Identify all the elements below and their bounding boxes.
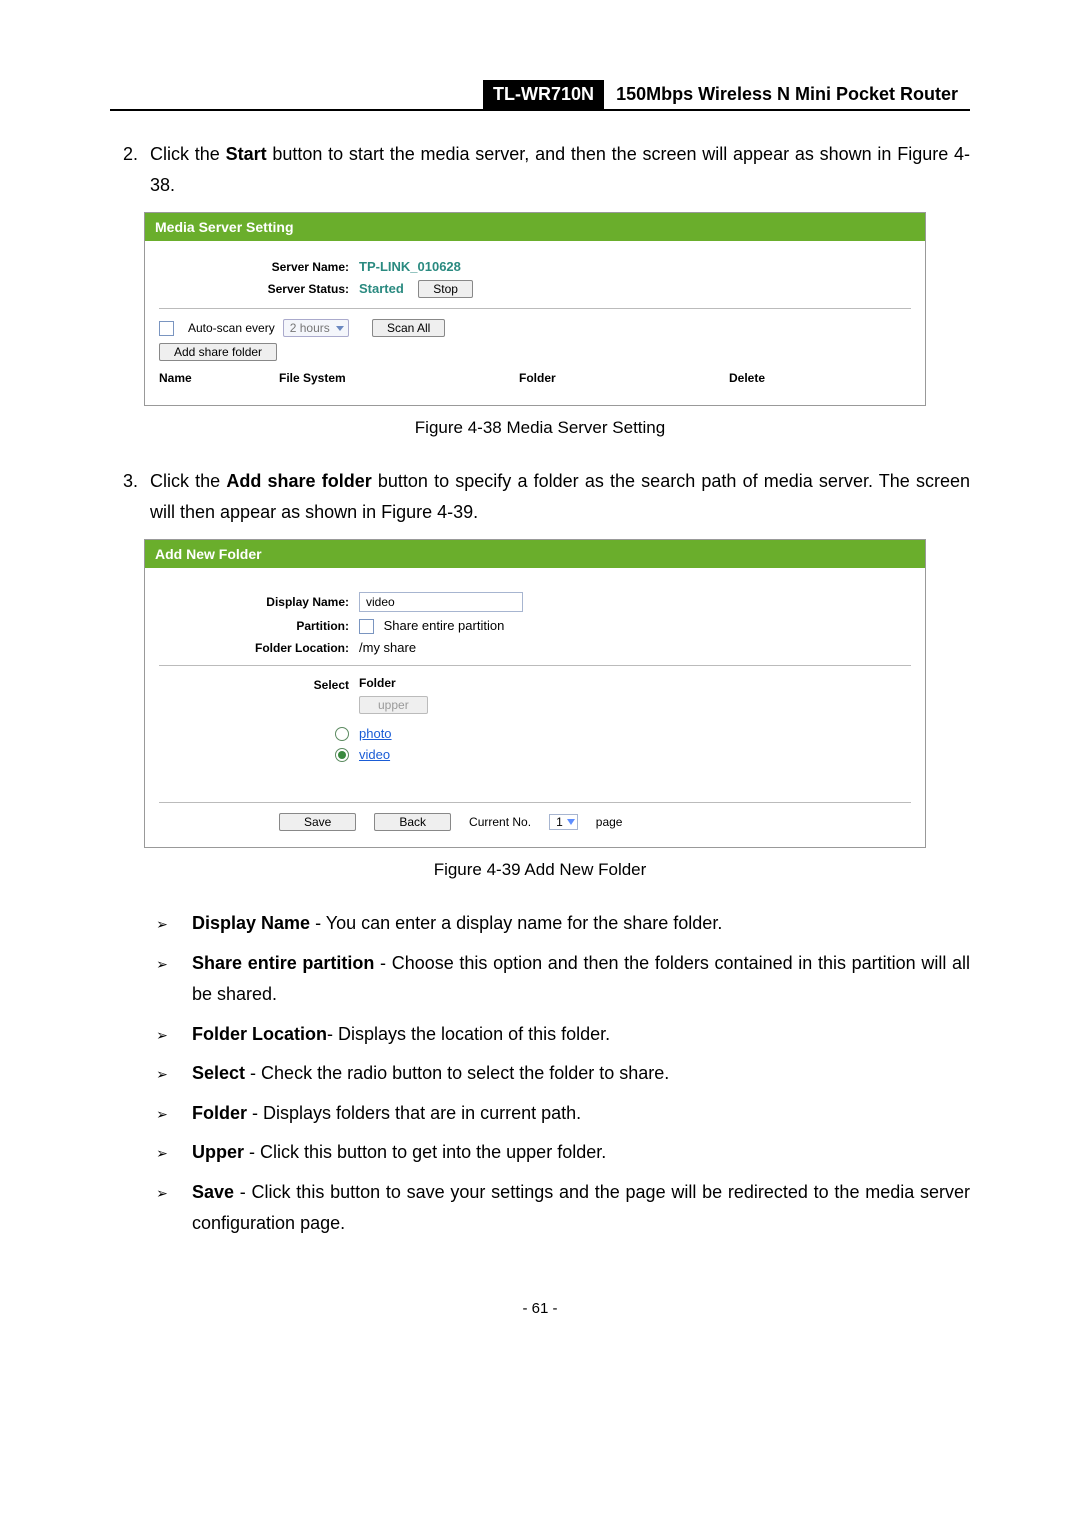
page-number: - 61 - xyxy=(110,1300,970,1317)
doc-header: TL-WR710N 150Mbps Wireless N Mini Pocket… xyxy=(110,80,970,109)
step-text: Click the Start button to start the medi… xyxy=(150,139,970,200)
chevron-right-icon: ➢ xyxy=(150,908,174,940)
back-button[interactable]: Back xyxy=(374,813,451,831)
page-value: 1 xyxy=(556,815,563,829)
bullet-bold: Display Name xyxy=(192,913,310,933)
bullet-rest: - You can enter a display name for the s… xyxy=(310,913,722,933)
col-folder: Folder xyxy=(519,371,729,385)
autoscan-select[interactable]: 2 hours xyxy=(283,319,349,337)
bullet-item: ➢ Save - Click this button to save your … xyxy=(150,1177,970,1240)
folder-link-video[interactable]: video xyxy=(359,747,390,762)
step-2: 2. Click the Start button to start the m… xyxy=(110,139,970,200)
col-name: Name xyxy=(159,371,279,385)
step-3: 3. Click the Add share folder button to … xyxy=(110,466,970,527)
page-select[interactable]: 1 xyxy=(549,814,578,830)
chevron-right-icon: ➢ xyxy=(150,1058,174,1090)
col-filesystem: File System xyxy=(279,371,519,385)
autoscan-label: Auto-scan every xyxy=(188,321,275,335)
server-status-label: Server Status: xyxy=(159,282,359,296)
display-name-input[interactable]: video xyxy=(359,592,523,612)
bullet-bold: Folder xyxy=(192,1103,247,1123)
chevron-right-icon: ➢ xyxy=(150,1098,174,1130)
server-status-value: Started xyxy=(359,281,404,296)
figure-caption-a: Figure 4-38 Media Server Setting xyxy=(110,418,970,438)
folder-radio-photo[interactable] xyxy=(335,727,349,741)
partition-label: Partition: xyxy=(159,619,359,633)
save-button[interactable]: Save xyxy=(279,813,356,831)
bullet-rest: - Click this button to save your setting… xyxy=(192,1182,970,1234)
bullet-rest: - Check the radio button to select the f… xyxy=(245,1063,669,1083)
share-partition-text: Share entire partition xyxy=(384,618,505,633)
chevron-down-icon xyxy=(336,326,344,331)
figure-caption-b: Figure 4-39 Add New Folder xyxy=(110,860,970,880)
stop-button[interactable]: Stop xyxy=(418,280,473,298)
folder-location-label: Folder Location: xyxy=(159,641,359,655)
bullet-bold: Folder Location xyxy=(192,1024,327,1044)
add-new-folder-panel: Add New Folder Display Name: video Parti… xyxy=(144,539,926,848)
current-no-label: Current No. xyxy=(469,815,531,829)
media-server-panel: Media Server Setting Server Name: TP-LIN… xyxy=(144,212,926,406)
t: button to start the media server, and th… xyxy=(150,144,970,195)
folder-location-value: /my share xyxy=(359,640,416,655)
bullet-rest: - Click this button to get into the uppe… xyxy=(244,1142,606,1162)
folder-radio-video[interactable] xyxy=(335,748,349,762)
t: Click the xyxy=(150,471,226,491)
bold-word: Add share folder xyxy=(226,471,371,491)
t: Click the xyxy=(150,144,226,164)
chevron-right-icon: ➢ xyxy=(150,1177,174,1240)
step-number: 2. xyxy=(110,139,138,200)
server-name-value: TP-LINK_010628 xyxy=(359,259,461,274)
display-name-label: Display Name: xyxy=(159,595,359,609)
bullet-item: ➢ Share entire partition - Choose this o… xyxy=(150,948,970,1011)
scan-all-button[interactable]: Scan All xyxy=(372,319,445,337)
model-badge: TL-WR710N xyxy=(483,80,604,109)
bullet-item: ➢ Folder - Displays folders that are in … xyxy=(150,1098,970,1130)
folder-column-head: Folder xyxy=(359,676,428,690)
panel-title: Add New Folder xyxy=(145,540,925,568)
upper-button[interactable]: upper xyxy=(359,696,428,714)
add-share-folder-button[interactable]: Add share folder xyxy=(159,343,277,361)
select-label: Select xyxy=(159,676,359,692)
bold-word: Start xyxy=(226,144,267,164)
bullet-item: ➢ Display Name - You can enter a display… xyxy=(150,908,970,940)
share-partition-checkbox[interactable] xyxy=(359,619,374,634)
step-number: 3. xyxy=(110,466,138,527)
bullet-bold: Select xyxy=(192,1063,245,1083)
chevron-right-icon: ➢ xyxy=(150,1019,174,1051)
bullet-rest: - Displays folders that are in current p… xyxy=(247,1103,581,1123)
bullet-bold: Share entire partition xyxy=(192,953,374,973)
chevron-right-icon: ➢ xyxy=(150,948,174,1011)
folder-link-photo[interactable]: photo xyxy=(359,726,392,741)
panel-title: Media Server Setting xyxy=(145,213,925,241)
bullet-bold: Upper xyxy=(192,1142,244,1162)
bullet-item: ➢ Select - Check the radio button to sel… xyxy=(150,1058,970,1090)
autoscan-checkbox[interactable] xyxy=(159,321,174,336)
bullet-rest: - Displays the location of this folder. xyxy=(327,1024,610,1044)
bullet-item: ➢ Upper - Click this button to get into … xyxy=(150,1137,970,1169)
chevron-right-icon: ➢ xyxy=(150,1137,174,1169)
table-header: Name File System Folder Delete xyxy=(159,367,911,391)
chevron-down-icon xyxy=(567,819,575,825)
server-name-label: Server Name: xyxy=(159,260,359,274)
bullet-item: ➢ Folder Location- Displays the location… xyxy=(150,1019,970,1051)
autoscan-value: 2 hours xyxy=(290,321,330,335)
page-suffix: page xyxy=(596,815,623,829)
step-text: Click the Add share folder button to spe… xyxy=(150,466,970,527)
model-desc: 150Mbps Wireless N Mini Pocket Router xyxy=(604,80,970,109)
bullet-bold: Save xyxy=(192,1182,234,1202)
col-delete: Delete xyxy=(729,371,829,385)
